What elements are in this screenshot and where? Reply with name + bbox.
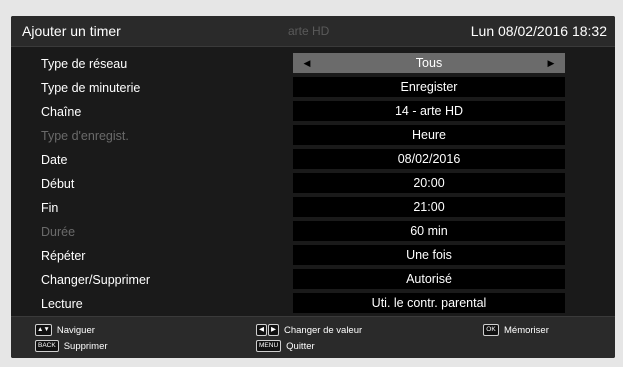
row-record-type: Type d'enregist. Heure <box>11 124 615 148</box>
hint-label: Supprimer <box>63 341 108 352</box>
arrow-left-icon[interactable]: ◀ <box>299 53 315 73</box>
duration-value: 60 min <box>293 221 565 241</box>
timer-dialog: Ajouter un timer arte HD Lun 08/02/2016 … <box>11 16 615 358</box>
row-channel[interactable]: Chaîne 14 - arte HD <box>11 100 615 124</box>
channel-value[interactable]: 14 - arte HD <box>293 101 565 121</box>
start-value[interactable]: 20:00 <box>293 173 565 193</box>
row-repeat[interactable]: Répéter Une fois <box>11 244 615 268</box>
row-date[interactable]: Date 08/02/2016 <box>11 148 615 172</box>
arrow-right-icon[interactable]: ▶ <box>543 53 559 73</box>
key-hints-footer: ▲▼ Naviguer BACK Supprimer ◀ ▶ Changer de va… <box>11 316 615 358</box>
row-label: Type de réseau <box>41 57 128 71</box>
hint-label: Quitter <box>286 341 315 352</box>
dialog-title: Ajouter un timer <box>22 23 121 39</box>
row-label: Début <box>41 177 75 191</box>
up-down-key-icon: ▲▼ <box>35 324 52 337</box>
row-label: Date <box>41 153 68 167</box>
row-start[interactable]: Début 20:00 <box>11 172 615 196</box>
back-key-icon: BACK <box>35 340 59 353</box>
current-channel: arte HD <box>288 24 330 38</box>
hint-delete: BACK Supprimer <box>35 340 108 354</box>
settings-list: Type de réseau ◀ Tous ▶ Type de minuteri… <box>11 52 615 316</box>
hint-label: Naviguer <box>56 325 95 336</box>
row-label: Type d'enregist. <box>41 129 129 143</box>
row-playback[interactable]: Lecture Uti. le contr. parental <box>11 292 615 316</box>
hint-label: Mémoriser <box>504 325 549 336</box>
change-delete-value[interactable]: Autorisé <box>293 269 565 289</box>
right-key-icon: ▶ <box>268 324 279 337</box>
row-end[interactable]: Fin 21:00 <box>11 196 615 220</box>
row-label: Lecture <box>41 297 83 311</box>
ok-key-icon: OK <box>483 324 499 337</box>
row-label: Répéter <box>41 249 86 263</box>
network-type-value[interactable]: ◀ Tous ▶ <box>293 53 565 73</box>
menu-key-icon: MENU <box>256 340 282 353</box>
hint-save: OK Mémoriser <box>483 324 549 338</box>
row-label: Fin <box>41 201 59 215</box>
row-label: Type de minuterie <box>41 81 141 95</box>
row-label: Chaîne <box>41 105 82 119</box>
row-label: Durée <box>41 225 76 239</box>
date-value[interactable]: 08/02/2016 <box>293 149 565 169</box>
row-network-type[interactable]: Type de réseau ◀ Tous ▶ <box>11 52 615 76</box>
row-duration: Durée 60 min <box>11 220 615 244</box>
dialog-header: Ajouter un timer arte HD Lun 08/02/2016 … <box>11 16 615 47</box>
row-timer-type[interactable]: Type de minuterie Enregister <box>11 76 615 100</box>
repeat-value[interactable]: Une fois <box>293 245 565 265</box>
hint-navigate: ▲▼ Naviguer <box>35 324 95 338</box>
left-key-icon: ◀ <box>256 324 267 337</box>
hint-change-value: ◀ ▶ Changer de valeur <box>256 324 362 338</box>
timer-type-value[interactable]: Enregister <box>293 77 565 97</box>
hint-label: Changer de valeur <box>284 325 363 336</box>
row-label: Changer/Supprimer <box>41 273 151 287</box>
current-datetime: Lun 08/02/2016 18:32 <box>470 23 607 39</box>
value-text: Tous <box>415 56 443 70</box>
record-type-value: Heure <box>293 125 565 145</box>
playback-value[interactable]: Uti. le contr. parental <box>293 293 565 313</box>
hint-quit: MENU Quitter <box>256 340 315 354</box>
row-change-delete[interactable]: Changer/Supprimer Autorisé <box>11 268 615 292</box>
end-value[interactable]: 21:00 <box>293 197 565 217</box>
